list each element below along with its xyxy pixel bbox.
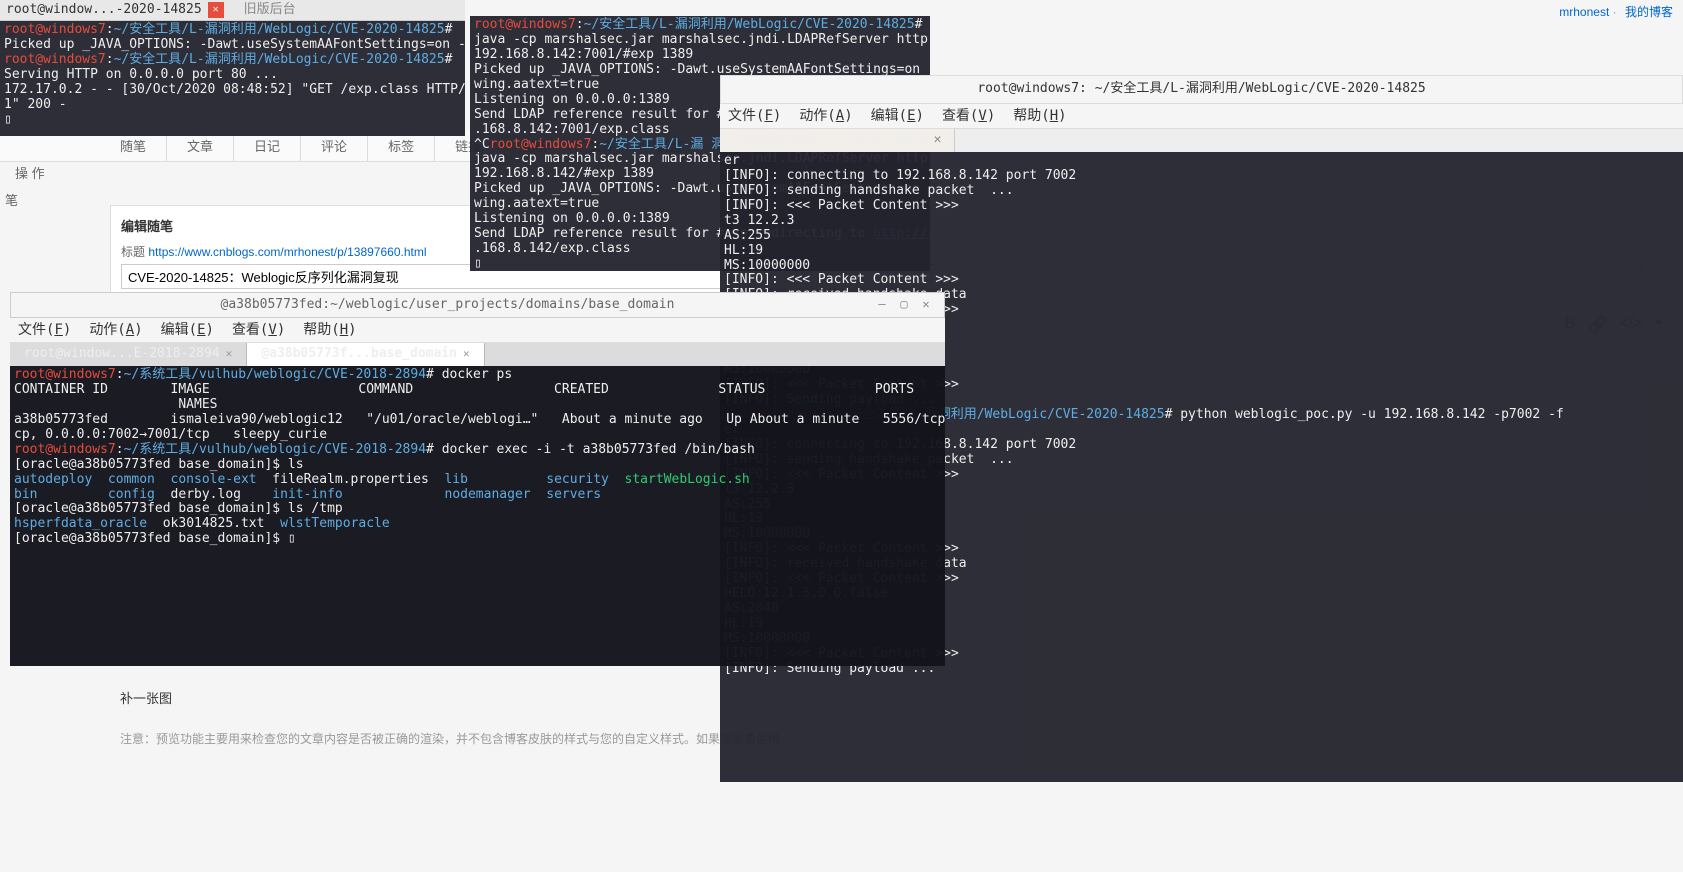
editor-side-label: 笔: [0, 185, 30, 214]
user-link[interactable]: mrhonest: [1559, 5, 1609, 19]
terminal-http-server: root@window...-2020-14825 ✕ 旧版后台 root@wi…: [0, 0, 465, 136]
close-icon[interactable]: ✕: [934, 133, 942, 148]
terminal-tab[interactable]: @a38b05773f...base_domain ✕: [247, 343, 484, 366]
terminal1-tab[interactable]: root@window...-2020-14825: [6, 3, 202, 18]
terminal-docker: @a38b05773fed:~/weblogic/user_projects/d…: [10, 292, 945, 666]
close-icon[interactable]: ✕: [208, 2, 224, 18]
terminal4-title: @a38b05773fed:~/weblogic/user_projects/d…: [221, 298, 675, 313]
my-blog-link[interactable]: 我的博客: [1625, 5, 1673, 19]
url-label: 标题: [121, 245, 145, 259]
top-bar: mrhonest · 我的博客: [1544, 0, 1683, 23]
terminal3-menubar: 文件(F) 动作(A) 编辑(E) 查看(V) 帮助(H): [720, 104, 1683, 129]
terminal4-tabbar: root@window...E-2018-2894✕@a38b05773f...…: [10, 343, 945, 366]
menu-item[interactable]: 查看(V): [232, 322, 285, 338]
minimize-icon[interactable]: –: [874, 297, 890, 313]
tab-label: root@window...E-2018-2894: [24, 347, 220, 362]
preview-note: 注意：预览功能主要用来检查您的文章内容是否被正确的渲染，并不包含博客皮肤的样式与…: [120, 730, 780, 747]
supplement-text: 补一张图: [120, 688, 172, 707]
menu-item[interactable]: 编辑(E): [871, 108, 924, 124]
terminal3-tabbar: root@window...-2020-14825 ✕: [720, 129, 1683, 152]
tab-label: @a38b05773f...base_domain: [261, 347, 457, 362]
menu-item[interactable]: 帮助(H): [1013, 108, 1066, 124]
terminal4-output[interactable]: root@windows7:~/系统工具/vulhub/weblogic/CVE…: [10, 366, 945, 666]
terminal1-tabbar: root@window...-2020-14825 ✕ 旧版后台: [0, 0, 465, 21]
menu-item[interactable]: 文件(F): [18, 322, 71, 338]
menu-item[interactable]: 动作(A): [89, 322, 142, 338]
tab-label: root@window...-2020-14825: [732, 133, 928, 148]
separator: ·: [1613, 5, 1617, 19]
close-icon[interactable]: ✕: [463, 348, 470, 361]
close-icon[interactable]: ✕: [918, 297, 934, 313]
menu-item[interactable]: 动作(A): [799, 108, 852, 124]
secondary-tab[interactable]: 旧版后台: [244, 3, 296, 18]
terminal3-tab[interactable]: root@window...-2020-14825 ✕: [720, 129, 955, 152]
terminal1-output[interactable]: root@windows7:~/安全工具/L-漏洞利用/WebLogic/CVE…: [0, 21, 465, 136]
terminal4-titlebar: @a38b05773fed:~/weblogic/user_projects/d…: [10, 292, 945, 318]
post-url[interactable]: https://www.cnblogs.com/mrhonest/p/13897…: [148, 245, 426, 259]
terminal-tab[interactable]: root@window...E-2018-2894 ✕: [10, 343, 247, 366]
terminal3-title: root@windows7: ~/安全工具/L-漏洞利用/WebLogic/CV…: [720, 75, 1683, 104]
menu-item[interactable]: 帮助(H): [303, 322, 356, 338]
maximize-icon[interactable]: ▢: [896, 297, 912, 313]
menu-item[interactable]: 文件(F): [728, 108, 781, 124]
menu-item[interactable]: 查看(V): [942, 108, 995, 124]
terminal4-menubar: 文件(F) 动作(A) 编辑(E) 查看(V) 帮助(H): [10, 318, 945, 343]
menu-item[interactable]: 编辑(E): [161, 322, 214, 338]
close-icon[interactable]: ✕: [226, 348, 233, 361]
